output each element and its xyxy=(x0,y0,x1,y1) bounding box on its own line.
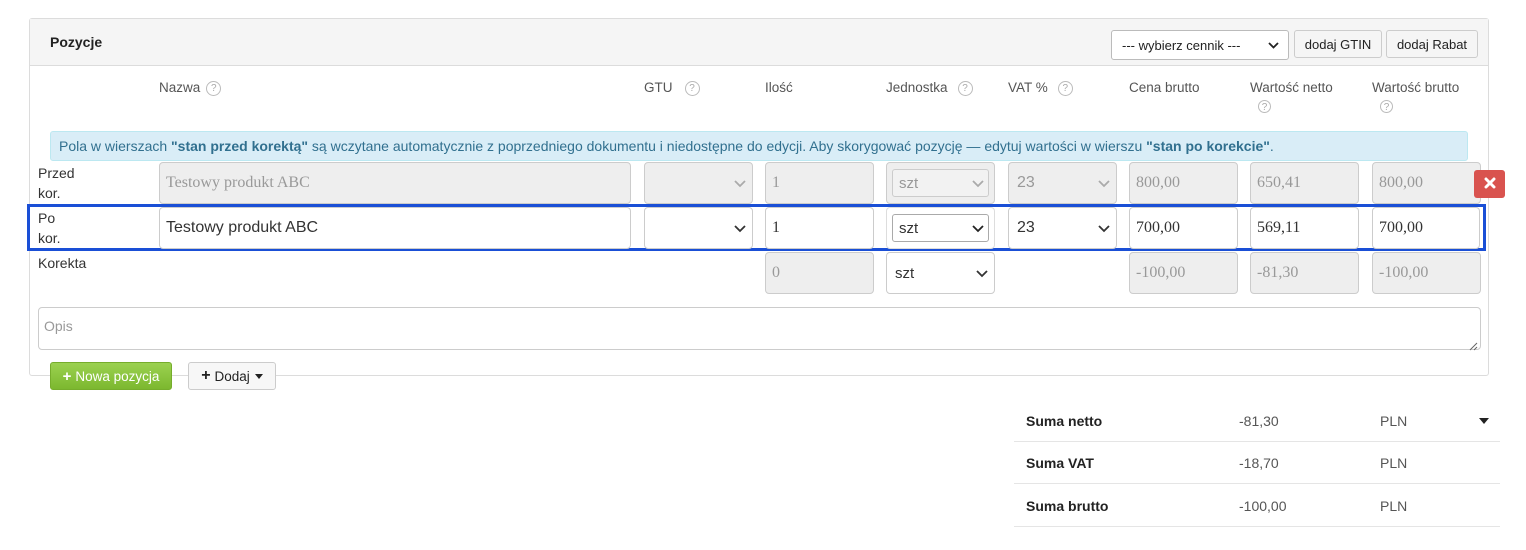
chevron-down-icon xyxy=(734,223,746,233)
correction-gross-value-field: -100,00 xyxy=(1372,252,1481,294)
after-unit-cell: szt xyxy=(886,207,995,249)
col-header-wartosc-netto: Wartość netto xyxy=(1250,80,1333,95)
correction-qty-field: 0 xyxy=(765,252,874,294)
col-header-jednostka: Jednostka? xyxy=(886,80,973,96)
chevron-down-icon xyxy=(734,178,746,188)
correction-net-value-field: -81,30 xyxy=(1250,252,1359,294)
help-icon[interactable]: ? xyxy=(1380,100,1393,113)
col-header-ilosc: Ilość xyxy=(765,80,793,95)
before-gross-value-field: 800,00 xyxy=(1372,162,1481,204)
plus-icon: + xyxy=(201,367,211,384)
after-gross-price-input[interactable]: 700,00 xyxy=(1129,207,1238,249)
caret-down-icon xyxy=(254,373,263,379)
close-icon xyxy=(1484,176,1496,192)
add-gtin-button[interactable]: dodaj GTIN xyxy=(1294,30,1382,58)
after-gtu-select[interactable] xyxy=(644,207,753,249)
add-discount-button[interactable]: dodaj Rabat xyxy=(1386,30,1478,58)
after-vat-select[interactable]: 23 xyxy=(1008,207,1117,249)
caret-down-icon[interactable] xyxy=(1479,418,1489,424)
info-alert: Pola w wierszach "stan przed korektą" są… xyxy=(50,131,1468,161)
description-textarea[interactable] xyxy=(38,307,1481,350)
before-qty-field: 1 xyxy=(765,162,874,204)
col-header-gtu: GTU? xyxy=(644,80,700,96)
add-dropdown-button[interactable]: + Dodaj xyxy=(188,362,276,390)
correction-unit-select[interactable]: szt xyxy=(886,252,995,294)
correction-gross-price-field: -100,00 xyxy=(1129,252,1238,294)
plus-icon: + xyxy=(62,367,72,385)
panel-title: Pozycje xyxy=(50,34,103,50)
delete-position-button[interactable] xyxy=(1474,170,1505,198)
col-header-nazwa: Nazwa? xyxy=(159,80,222,96)
row-label-after: Po kor. xyxy=(38,210,61,246)
description-placeholder: Opis xyxy=(44,318,73,334)
help-icon[interactable]: ? xyxy=(206,80,222,96)
price-list-select-value: --- wybierz cennik --- xyxy=(1122,37,1241,53)
chevron-down-icon xyxy=(976,268,988,278)
before-unit-select: szt xyxy=(892,169,989,197)
chevron-down-icon xyxy=(1098,223,1110,233)
resize-handle-icon[interactable] xyxy=(1469,338,1478,354)
chevron-down-icon xyxy=(1098,178,1110,188)
before-name-field: Testowy produkt ABC xyxy=(159,162,631,204)
before-unit-cell: szt xyxy=(886,162,995,204)
help-icon[interactable]: ? xyxy=(957,80,973,96)
help-icon[interactable]: ? xyxy=(1057,80,1073,96)
row-label-correction: Korekta xyxy=(38,255,87,271)
help-icon[interactable]: ? xyxy=(684,80,700,96)
before-vat-select: 23 xyxy=(1008,162,1117,204)
summary-row-net: Suma netto -81,30 PLN xyxy=(1014,400,1500,442)
col-header-cena-brutto: Cena brutto xyxy=(1129,80,1200,95)
before-gtu-select xyxy=(644,162,753,204)
after-name-input[interactable]: Testowy produkt ABC xyxy=(159,207,631,249)
after-gross-value-input[interactable]: 700,00 xyxy=(1372,207,1480,249)
summary-row-vat: Suma VAT -18,70 PLN xyxy=(1014,442,1500,484)
summary-row-gross: Suma brutto -100,00 PLN xyxy=(1014,485,1500,527)
help-icon[interactable]: ? xyxy=(1258,100,1271,113)
chevron-down-icon xyxy=(1268,40,1279,50)
after-net-value-input[interactable]: 569,11 xyxy=(1250,207,1359,249)
row-label-before: Przed kor. xyxy=(38,165,75,201)
before-net-value-field: 650,41 xyxy=(1250,162,1359,204)
chevron-down-icon xyxy=(972,223,984,233)
before-gross-price-field: 800,00 xyxy=(1129,162,1238,204)
after-qty-input[interactable]: 1 xyxy=(765,207,874,249)
new-position-button[interactable]: + Nowa pozycja xyxy=(50,362,172,390)
col-header-vat: VAT %? xyxy=(1008,80,1073,96)
after-unit-select[interactable]: szt xyxy=(892,214,989,242)
chevron-down-icon xyxy=(972,178,984,188)
col-header-wartosc-brutto: Wartość brutto xyxy=(1372,80,1460,95)
price-list-select[interactable]: --- wybierz cennik --- xyxy=(1111,30,1289,60)
